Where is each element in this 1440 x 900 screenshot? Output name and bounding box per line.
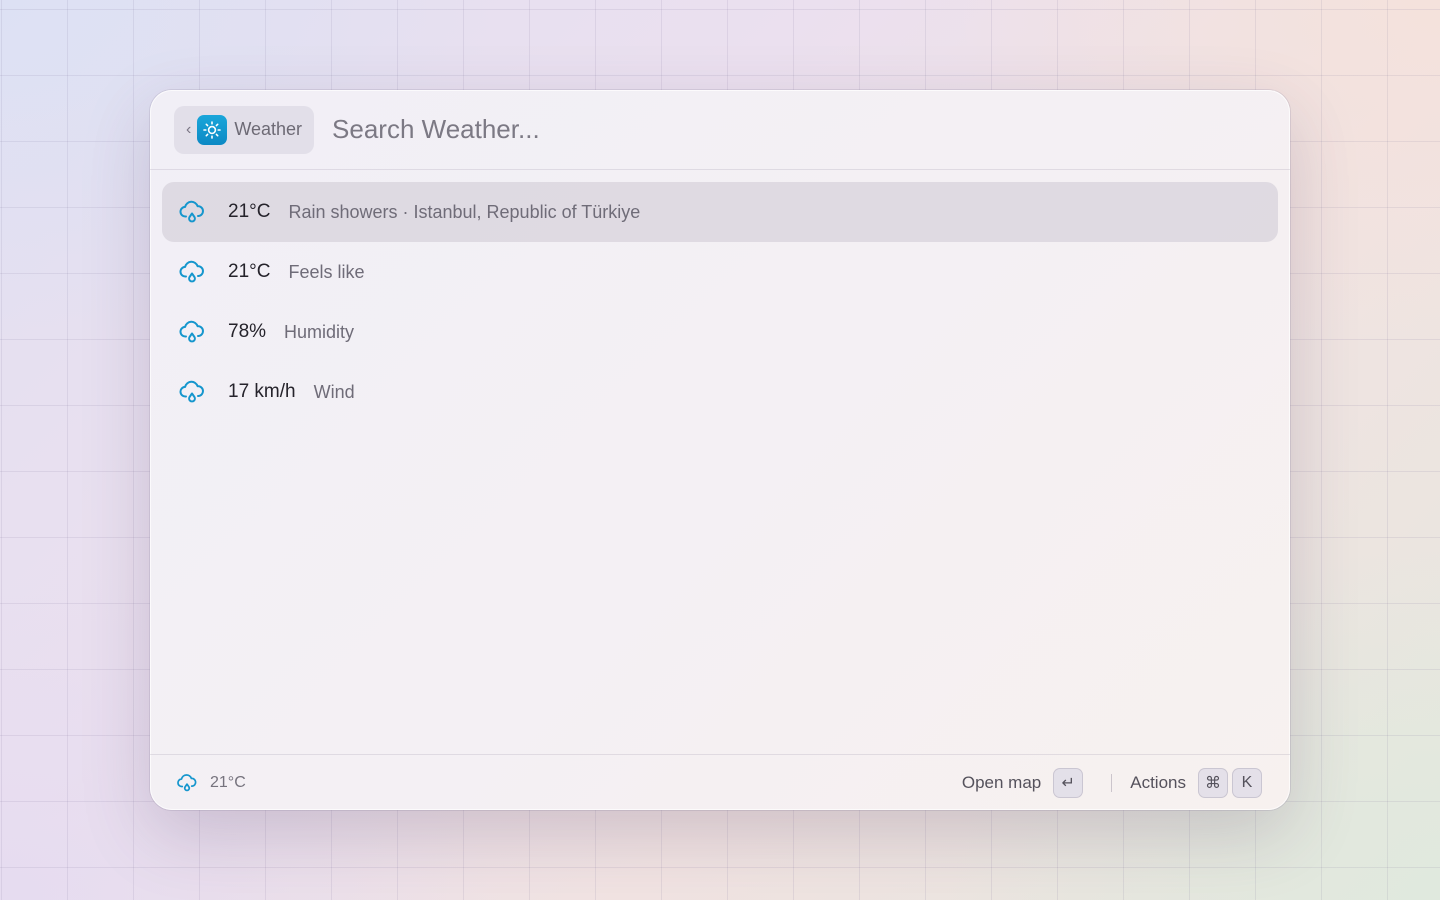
- results-list: 21°C Rain showers · Istanbul, Republic o…: [150, 170, 1290, 422]
- app-name-label: Weather: [234, 119, 303, 139]
- result-row-condition[interactable]: 21°C Rain showers · Istanbul, Republic o…: [162, 182, 1278, 242]
- result-value: 17 km/h: [228, 381, 296, 402]
- result-value: 21°C: [228, 261, 271, 282]
- result-label: Rain showers · Istanbul, Republic of Tür…: [288, 201, 641, 222]
- search-header: ‹ Weather: [150, 90, 1290, 170]
- chevron-left-icon: ‹: [186, 120, 192, 138]
- command-key-hint: ⌘: [1198, 767, 1228, 798]
- cloud-rain-icon: [178, 378, 206, 406]
- footer-temperature: 21°C: [210, 773, 246, 791]
- result-value: 21°C: [228, 201, 271, 222]
- footer-divider: [1111, 773, 1113, 792]
- result-label: Humidity: [284, 321, 355, 342]
- actions-button[interactable]: Actions: [1130, 773, 1186, 793]
- cloud-rain-icon: [178, 258, 206, 286]
- cloud-rain-icon: [178, 198, 206, 226]
- back-button[interactable]: ‹ Weather: [174, 105, 315, 154]
- result-row-wind[interactable]: 17 km/h Wind: [162, 362, 1278, 422]
- cloud-rain-icon: [178, 318, 206, 346]
- result-row-humidity[interactable]: 78% Humidity: [162, 302, 1278, 362]
- enter-key-hint: ↵: [1053, 767, 1084, 798]
- result-label: Wind: [313, 381, 355, 402]
- result-row-feels-like[interactable]: 21°C Feels like: [162, 242, 1278, 302]
- footer-status: 21°C: [176, 772, 246, 794]
- action-bar: 21°C Open map ↵ Actions ⌘ K: [150, 754, 1290, 810]
- result-value: 78%: [228, 321, 267, 342]
- cloud-rain-icon: [176, 772, 198, 794]
- open-map-button[interactable]: Open map: [962, 773, 1041, 793]
- footer-actions: Open map ↵ Actions ⌘ K: [962, 767, 1262, 798]
- sun-icon: [197, 114, 228, 145]
- k-key-hint: K: [1232, 767, 1262, 798]
- result-label: Feels like: [288, 261, 365, 282]
- search-input[interactable]: [332, 107, 1266, 152]
- command-window: ‹ Weather Search Weather... 21°C Rain sh…: [150, 90, 1290, 810]
